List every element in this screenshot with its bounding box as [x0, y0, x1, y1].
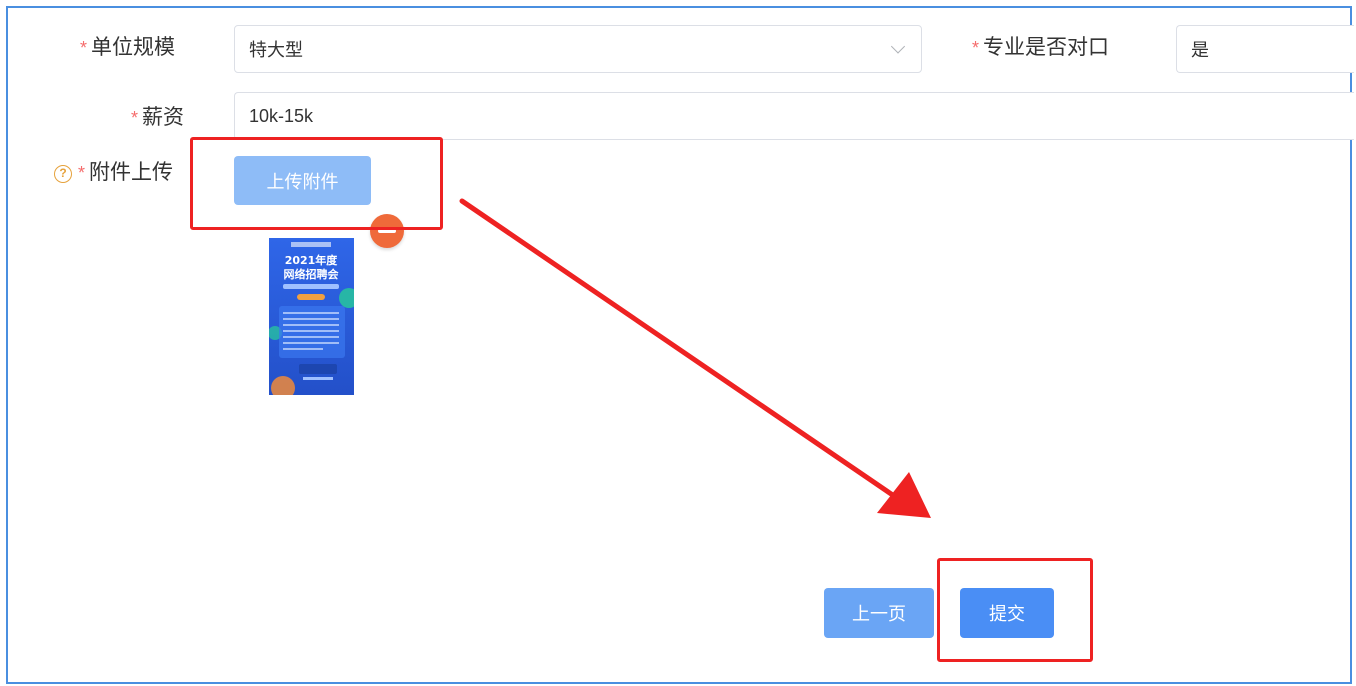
required-mark: *: [972, 38, 980, 58]
unit-scale-label-text: 单位规模: [91, 36, 176, 59]
prev-page-button[interactable]: 上一页: [824, 588, 934, 638]
attachment-label-text: 附件上传: [89, 161, 174, 184]
major-match-select[interactable]: 是: [1176, 25, 1354, 73]
chevron-down-icon: [890, 39, 906, 54]
required-mark: *: [80, 38, 88, 58]
minus-circle-icon[interactable]: [370, 214, 404, 248]
salary-input[interactable]: 10k-15k: [234, 92, 1354, 140]
submit-button[interactable]: 提交: [960, 588, 1054, 638]
salary-value: 10k-15k: [249, 105, 314, 126]
poster-image: 2021年度 网络招聘会: [269, 238, 354, 395]
attachment-thumbnail[interactable]: 2021年度 网络招聘会: [269, 238, 354, 395]
form-page: * 单位规模 特大型 * 专业是否对口 是 * 薪资 10k-15k ? * 附件上传 …: [0, 0, 1356, 686]
unit-scale-label: * 单位规模: [80, 36, 175, 60]
upload-attachment-button[interactable]: 上传附件: [234, 156, 371, 205]
attachment-label: * 附件上传: [78, 161, 173, 185]
major-match-value: 是: [1191, 40, 1209, 60]
poster-title-line2: 网络招聘会: [284, 267, 340, 281]
major-match-label-text: 专业是否对口: [983, 36, 1110, 59]
unit-scale-select[interactable]: 特大型: [234, 25, 922, 73]
question-circle-icon[interactable]: ?: [54, 165, 72, 183]
required-mark: *: [78, 163, 86, 183]
major-match-label: * 专业是否对口: [972, 36, 1109, 60]
unit-scale-value: 特大型: [249, 40, 303, 60]
required-mark: *: [131, 108, 139, 128]
salary-label: * 薪资: [131, 106, 184, 130]
poster-title-line1: 2021年度: [285, 253, 339, 267]
salary-label-text: 薪资: [142, 106, 185, 129]
